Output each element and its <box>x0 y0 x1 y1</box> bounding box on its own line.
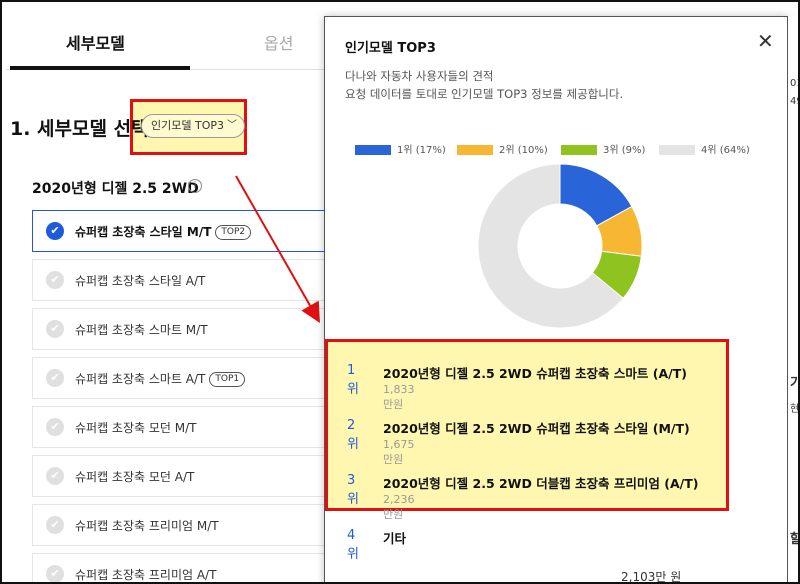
partial-text: 기 <box>790 372 798 391</box>
model-option[interactable]: ✔ 슈퍼캡 초장축 스마트 A/T TOP1 <box>32 357 352 399</box>
check-icon: ✔ <box>46 516 64 534</box>
model-option[interactable]: ✔ 슈퍼캡 초장축 모던 A/T <box>32 455 352 497</box>
partial-text: 할 <box>790 528 798 547</box>
rank-model-name: 2020년형 디젤 2.5 2WD 슈퍼캡 초장축 스마트 (A/T) <box>383 366 687 381</box>
check-icon: ✔ <box>46 369 64 387</box>
popup-description: 다나와 자동차 사용자들의 견적 요청 데이터를 토대로 인기모델 TOP3 정… <box>345 69 624 101</box>
rank-model-name: 기타 <box>383 531 407 546</box>
chevron-down-icon: ﹀ <box>227 120 237 131</box>
model-option-label: 슈퍼캡 초장축 프리미엄 A/T <box>75 568 217 582</box>
rank-model-name: 2020년형 디젤 2.5 2WD 슈퍼캡 초장축 스타일 (M/T) <box>383 421 690 436</box>
rank-number: 1위 <box>347 363 359 397</box>
popup-title: 인기모델 TOP3 <box>345 41 436 56</box>
top3-popup: 인기모델 TOP3 ✕ 다나와 자동차 사용자들의 견적 요청 데이터를 토대로… <box>324 16 788 582</box>
model-option[interactable]: ✔ 슈퍼캡 초장축 프리미엄 M/T <box>32 504 352 546</box>
legend-swatch <box>561 145 597 155</box>
model-option-label: 슈퍼캡 초장축 스타일 M/T TOP2 <box>75 223 252 240</box>
rank-model-name: 2020년형 디젤 2.5 2WD 더블캡 초장축 프리미엄 (A/T) <box>383 476 699 491</box>
active-tab-indicator <box>10 66 190 70</box>
legend-swatch <box>457 145 493 155</box>
info-icon[interactable]: i <box>188 179 202 193</box>
model-option-label: 슈퍼캡 초장축 스마트 A/T TOP1 <box>75 370 246 387</box>
top3-button[interactable]: 인기모델 TOP3 ﹀ <box>141 114 245 138</box>
legend-item: 3위 (9%) <box>561 141 645 156</box>
tab-bar: 세부모델 옵션 <box>6 2 366 70</box>
check-icon: ✔ <box>46 418 64 436</box>
model-option[interactable]: ✔ 슈퍼캡 초장축 스마트 M/T <box>32 308 352 350</box>
section-title: 1. 세부모델 선택 <box>10 118 149 140</box>
background-right-strip: 01 49 기 현 할 <box>788 16 800 582</box>
check-icon: ✔ <box>46 565 64 582</box>
model-option-label: 슈퍼캡 초장축 프리미엄 M/T <box>75 519 219 533</box>
partial-text: 49 <box>790 96 798 107</box>
chart-legend: 1위 (17%) 2위 (10%) 3위 (9%) 4위 (64%) <box>355 141 775 157</box>
rank-price: 2,236만원 <box>383 493 415 521</box>
model-option[interactable]: ✔ 슈퍼캡 초장축 모던 M/T <box>32 406 352 448</box>
top3-button-label: 인기모델 TOP3 <box>151 119 224 132</box>
rank-number: 2위 <box>347 418 359 452</box>
check-icon: ✔ <box>46 271 64 289</box>
rank-number: 3위 <box>347 473 359 507</box>
model-option-list: ✔ 슈퍼캡 초장축 스타일 M/T TOP2 ✔ 슈퍼캡 초장축 스타일 A/T … <box>32 210 352 582</box>
model-option-label: 슈퍼캡 초장축 모던 M/T <box>75 421 197 435</box>
legend-swatch <box>355 145 391 155</box>
legend-item: 2위 (10%) <box>457 141 548 156</box>
partial-price: 2,103만 원 <box>621 570 682 584</box>
legend-swatch <box>659 145 695 155</box>
screen-frame: 세부모델 옵션 1. 세부모델 선택 인기모델 TOP3 ﹀ 2020년형 디젤… <box>0 0 800 584</box>
model-option[interactable]: ✔ 슈퍼캡 초장축 프리미엄 A/T <box>32 553 352 582</box>
model-option-label: 슈퍼캡 초장축 스마트 M/T <box>75 323 208 337</box>
partial-text: 01 <box>790 78 798 89</box>
check-icon: ✔ <box>46 222 64 240</box>
legend-item: 1위 (17%) <box>355 141 446 156</box>
year-model-title: 2020년형 디젤 2.5 2WD <box>32 181 199 197</box>
donut-chart <box>477 163 643 329</box>
check-icon: ✔ <box>46 320 64 338</box>
model-option[interactable]: ✔ 슈퍼캡 초장축 스타일 A/T <box>32 259 352 301</box>
legend-item: 4위 (64%) <box>659 141 750 156</box>
model-option-label: 슈퍼캡 초장축 모던 A/T <box>75 470 195 484</box>
top-badge: TOP2 <box>215 225 252 240</box>
top-badge: TOP1 <box>209 372 246 387</box>
model-option[interactable]: ✔ 슈퍼캡 초장축 스타일 M/T TOP2 <box>32 210 352 252</box>
close-icon[interactable]: ✕ <box>757 29 774 53</box>
rank-number: 4위 <box>347 528 359 562</box>
rank-price: 1,833만원 <box>383 383 415 411</box>
tab-detail-model[interactable]: 세부모델 <box>66 30 125 54</box>
check-icon: ✔ <box>46 467 64 485</box>
rank-price: 1,675만원 <box>383 438 415 466</box>
partial-text: 현 <box>790 404 800 415</box>
tab-options[interactable]: 옵션 <box>264 30 293 54</box>
model-option-label: 슈퍼캡 초장축 스타일 A/T <box>75 274 206 288</box>
